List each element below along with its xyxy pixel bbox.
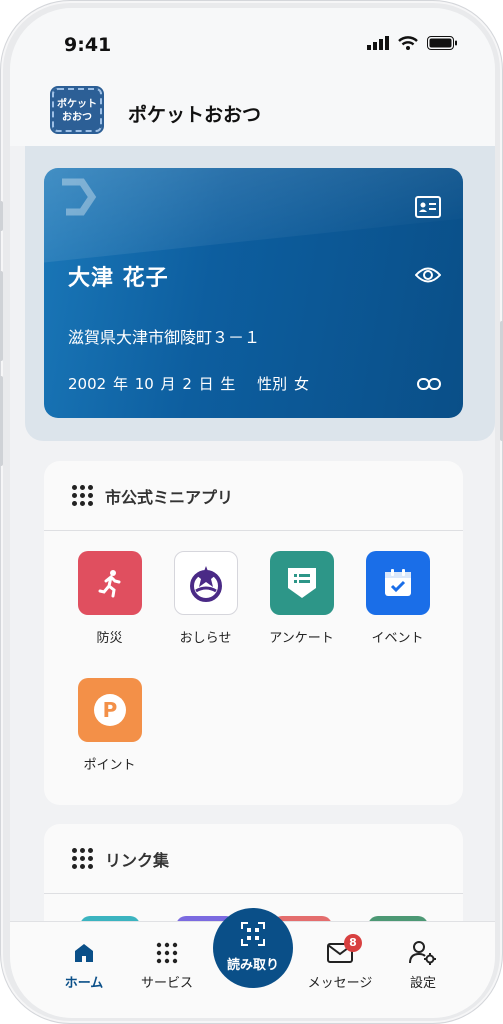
mini-apps-section: 市公式ミニアプリ 防災 おしらせ アンケート イベント P ポイント (44, 461, 463, 805)
id-card-icon[interactable] (415, 196, 441, 218)
nav-messages[interactable]: 8 メッセージ (300, 934, 380, 991)
qr-scan-icon (241, 922, 265, 946)
app-label: ポイント (83, 758, 136, 773)
phone-volume-down (0, 376, 3, 466)
battery-icon (427, 36, 457, 50)
signal-icon (367, 36, 389, 50)
links-title: リンク集 (105, 850, 170, 870)
hexagon-logo-icon (62, 178, 97, 216)
mini-apps-title: 市公式ミニアプリ (105, 487, 234, 507)
phone-volume-up (0, 271, 3, 361)
phone-side-button (0, 201, 3, 231)
scan-label: 読み取り (226, 958, 279, 973)
app-label: おしらせ (179, 631, 232, 646)
app-title: ポケットおおつ (128, 104, 262, 126)
card-holder-name: 大津 花子 (68, 266, 169, 291)
nav-settings-label: 設定 (409, 976, 436, 991)
survey-icon (269, 551, 334, 615)
links-header: リンク集 (44, 824, 463, 894)
eye-icon[interactable] (415, 266, 441, 284)
nav-services[interactable]: サービス (127, 940, 207, 991)
phone-frame: 9:41 ポケット おおつ ポケットおおつ 大津 花子 滋賀県大津市御陵町３－１… (0, 0, 503, 1024)
card-address: 滋賀県大津市御陵町３－１ (68, 328, 261, 347)
message-badge: 8 (344, 934, 362, 952)
status-icons (367, 36, 457, 50)
app-header: ポケット おおつ ポケットおおつ (10, 78, 495, 146)
app-label: アンケート (269, 631, 334, 646)
id-card[interactable]: 大津 花子 滋賀県大津市御陵町３－１ 2002 年 10 月 2 日 生 性別 … (44, 168, 463, 418)
app-point[interactable]: P ポイント (62, 678, 157, 773)
grid-dots-icon (156, 942, 178, 964)
user-settings-icon (409, 941, 436, 965)
nav-services-label: サービス (140, 976, 193, 991)
screen: 9:41 ポケット おおつ ポケットおおつ 大津 花子 滋賀県大津市御陵町３－１… (10, 8, 495, 1018)
grid-dots-icon (72, 485, 93, 506)
card-shine (44, 168, 463, 265)
status-time: 9:41 (64, 34, 112, 56)
app-logo: ポケット おおつ (50, 86, 104, 134)
nav-messages-label: メッセージ (307, 976, 373, 991)
mini-apps-header: 市公式ミニアプリ (44, 461, 463, 531)
city-emblem-icon (173, 551, 238, 615)
points-p-icon: P (77, 678, 142, 742)
calendar-check-icon (365, 551, 430, 615)
scan-button[interactable]: 読み取り (213, 908, 293, 988)
grid-dots-icon (72, 848, 93, 869)
wifi-icon (398, 36, 418, 50)
home-icon (75, 944, 93, 962)
running-person-icon (77, 551, 142, 615)
nav-home-label: ホーム (64, 976, 104, 991)
app-label: 防災 (96, 631, 123, 646)
svg-text:P: P (102, 698, 117, 722)
nav-settings[interactable]: 設定 (383, 940, 463, 991)
app-oshirase[interactable]: おしらせ (158, 551, 253, 646)
app-label: イベント (371, 631, 424, 646)
status-bar: 9:41 (10, 8, 495, 78)
app-event[interactable]: イベント (350, 551, 445, 646)
app-survey[interactable]: アンケート (254, 551, 349, 646)
app-bousai[interactable]: 防災 (62, 551, 157, 646)
nav-home[interactable]: ホーム (44, 940, 124, 991)
card-birth-gender: 2002 年 10 月 2 日 生 性別 女 (68, 375, 309, 393)
link-icon[interactable] (417, 378, 441, 390)
